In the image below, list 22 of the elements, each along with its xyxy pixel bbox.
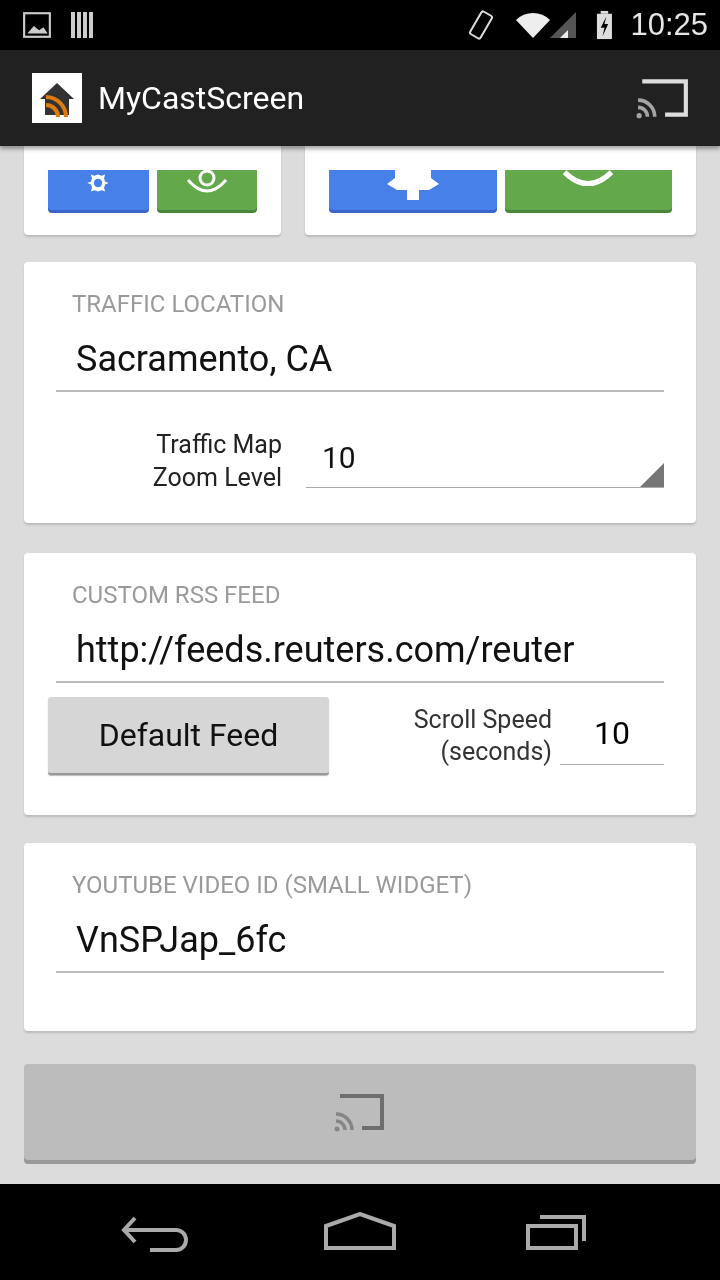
scroll-speed-label: Scroll Speed (seconds)	[412, 704, 553, 768]
app-title: MyCastScreen	[98, 79, 306, 117]
battery-icon	[595, 10, 613, 40]
zoom-level-label: Traffic Map Zoom Level	[151, 429, 283, 494]
cast-icon[interactable]	[636, 77, 690, 119]
cast-icon	[334, 1092, 386, 1132]
default-feed-button[interactable]: Default Feed	[48, 697, 329, 775]
section-heading: YOUTUBE VIDEO ID (SMALL WIDGET)	[72, 871, 474, 899]
signal-icon	[513, 10, 578, 40]
section-heading: TRAFFIC LOCATION	[72, 290, 286, 318]
settings-button[interactable]	[329, 170, 497, 210]
settings-button[interactable]	[48, 170, 149, 210]
section-heading: CUSTOM RSS FEED	[72, 581, 282, 609]
scroll-speed-field[interactable]: 10	[560, 707, 664, 765]
zoom-level-spinner[interactable]: 10	[306, 434, 664, 488]
picture-icon	[22, 10, 52, 40]
location-field[interactable]: Sacramento, CA	[56, 318, 664, 392]
preview-button[interactable]	[504, 170, 672, 210]
preview-button[interactable]	[156, 170, 257, 210]
video-id-field[interactable]: VnSPJap_6fc	[56, 899, 664, 973]
rss-url-field[interactable]: http://feeds.reuters.com/reuter	[56, 609, 664, 683]
clock-time: 10:25	[630, 7, 708, 43]
